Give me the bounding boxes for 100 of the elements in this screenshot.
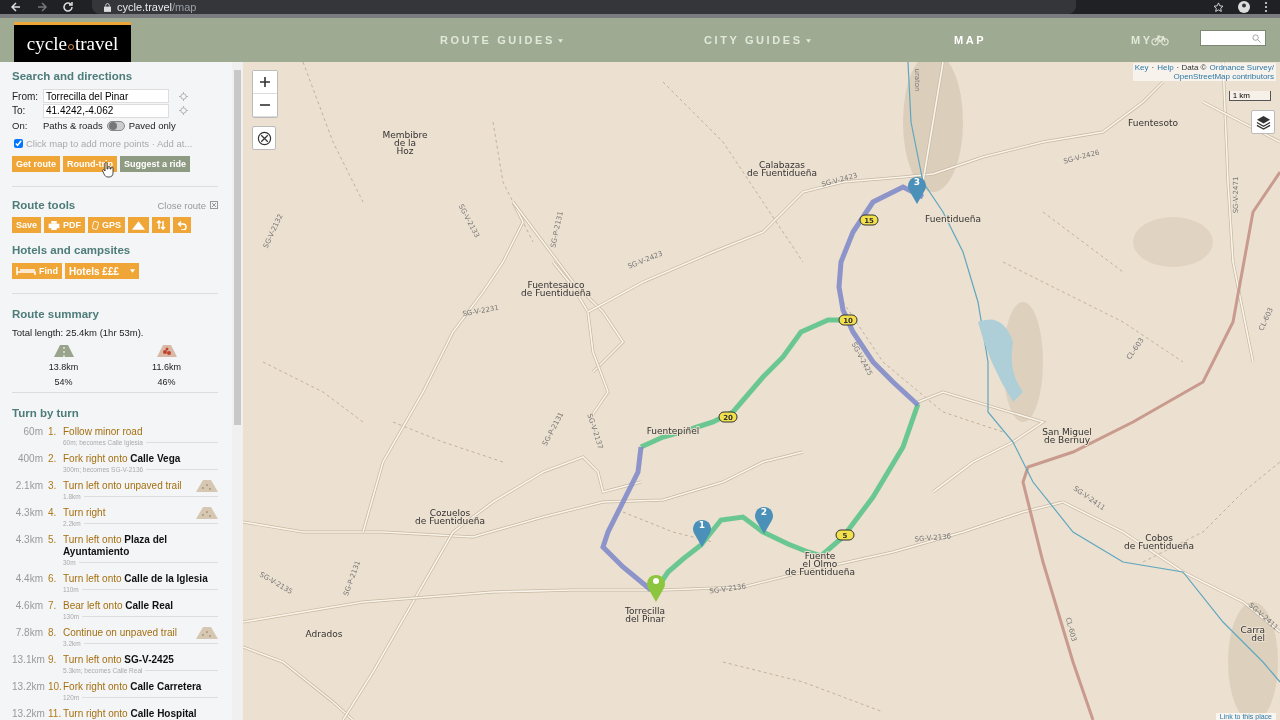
turn-instruction: Fork right onto Calle Carretera — [63, 681, 202, 693]
field-label: From: — [12, 90, 39, 102]
step-number: 11. — [48, 708, 63, 720]
turn-instruction: Turn right — [63, 507, 106, 519]
profile-icon[interactable] — [1238, 1, 1250, 13]
scrollbar[interactable] — [232, 62, 243, 720]
checkbox-label: Click map to add more points · Add at... — [26, 138, 193, 149]
nav-link[interactable]: CITY GUIDES — [704, 34, 954, 46]
back-icon[interactable] — [10, 1, 22, 13]
star-icon[interactable] — [1213, 1, 1224, 13]
field-label: On: — [12, 120, 29, 132]
option-label: Paths & roads — [43, 120, 103, 132]
attribution-link[interactable]: Help — [1157, 63, 1174, 72]
step-number: 7. — [48, 600, 58, 613]
site-logo[interactable]: cycle travel — [14, 22, 131, 62]
turn-instruction: Fork right onto Calle Vega — [63, 453, 181, 465]
turn-instruction: Turn left onto unpaved trail — [63, 480, 182, 492]
total-length-text: Total length: 25.4km (1hr 53m). — [12, 327, 145, 338]
cumulative-distance: 400m — [17, 453, 43, 466]
cumulative-distance: 2.1km — [14, 480, 43, 493]
search-icon — [1252, 33, 1261, 43]
percent-value: 54% — [54, 377, 73, 387]
attribution-link[interactable]: Key — [1134, 63, 1149, 72]
place-label: Membibre de la Hoz — [382, 130, 428, 156]
turn-instruction: Bear left onto Calle Real — [63, 600, 174, 612]
place-label: Fuentesauco de Fuentidueña — [521, 280, 591, 298]
cumulative-distance: 4.4km — [14, 573, 43, 586]
cumulative-distance: 4.3km — [14, 507, 43, 520]
step-number: 5. — [48, 534, 58, 547]
search-field[interactable] — [1200, 30, 1266, 46]
nav-link[interactable]: MY — [1131, 34, 1153, 46]
section-heading: Search and directions — [12, 70, 134, 82]
undo-icon — [177, 220, 188, 230]
turn-instruction: Turn left onto Calle de la Iglesia — [63, 573, 208, 585]
attribution-text: · Data © — [1176, 63, 1207, 72]
url-text: cycle.travel/map — [117, 1, 197, 13]
device-icon — [92, 220, 100, 230]
nav-link[interactable]: MAP — [954, 34, 1131, 46]
plus-icon — [260, 77, 270, 87]
cumulative-distance: 60m — [22, 426, 43, 439]
printer-icon — [48, 220, 61, 230]
lock-icon — [104, 2, 111, 12]
close-route-link[interactable]: Close route — [157, 199, 218, 211]
distance-value: 11.6km — [152, 362, 181, 372]
start-pin[interactable] — [647, 574, 665, 602]
cumulative-distance: 4.6km — [14, 600, 43, 613]
mountain-icon — [132, 220, 146, 230]
attribution-text: · — [1151, 63, 1155, 72]
toggle-switch[interactable] — [106, 120, 125, 131]
section-heading: Route tools — [12, 199, 76, 211]
field-label: To: — [12, 105, 27, 117]
step-number: 9. — [48, 654, 58, 667]
cancel-button[interactable] — [252, 126, 276, 150]
turn-instruction: Turn left onto SG-V-2425 — [63, 654, 174, 666]
place-label: Adrados — [305, 629, 343, 639]
waypoint-pin[interactable]: 1 — [693, 519, 711, 547]
bed-icon — [16, 267, 36, 275]
section-heading: Route summary — [12, 308, 100, 320]
cumulative-distance: 13.1km — [12, 654, 43, 667]
address-bar[interactable]: cycle.travel/map — [92, 0, 1076, 14]
zoom-in-button[interactable] — [253, 71, 277, 94]
waypoint-pin[interactable]: 2 — [755, 506, 773, 534]
more-menu-icon[interactable] — [1264, 1, 1268, 13]
place-label: Cozuelos de Fuentidueña — [415, 508, 485, 526]
gps-button[interactable]: GPS — [88, 217, 126, 233]
step-number: 6. — [48, 573, 58, 586]
place-label: Fuente el Olmo de Fuentidueña — [785, 551, 855, 577]
save-button[interactable]: Save — [12, 217, 42, 233]
to-field[interactable]: 41.4242,-4.062 — [43, 103, 169, 118]
find-hotels-button[interactable]: Find — [12, 263, 62, 279]
circled-x-icon — [256, 130, 272, 146]
from-field[interactable]: Torrecilla del Pinar — [43, 89, 169, 104]
hotel-type-dropdown[interactable]: Hotels £££ — [65, 263, 139, 279]
route-button[interactable]: Suggest a ride — [120, 156, 190, 172]
step-number: 8. — [48, 627, 58, 640]
place-label: Calabazas de Fuentidueña — [747, 160, 817, 178]
pdf-button[interactable]: PDF — [44, 217, 86, 233]
route-button[interactable]: Get route — [12, 156, 60, 172]
checkbox[interactable] — [14, 139, 23, 148]
turn-instruction: Continue on unpaved trail — [63, 627, 177, 639]
waypoint-pin[interactable]: 3 — [908, 176, 926, 204]
swap-arrows-icon — [156, 220, 167, 230]
step-number: 4. — [48, 507, 58, 520]
step-number: 10. — [48, 681, 63, 694]
cumulative-distance: 7.8km — [14, 627, 43, 640]
section-heading: Hotels and campsites — [12, 244, 132, 256]
step-number: 3. — [48, 480, 58, 493]
route-button[interactable]: Round-trip — [63, 156, 117, 172]
attribution-link[interactable]: Ordnance Survey/ — [1209, 63, 1274, 72]
cumulative-distance: 13.2km — [12, 708, 43, 720]
forward-icon[interactable] — [36, 1, 48, 13]
distance-value: 13.8km — [48, 362, 79, 372]
scale-bar: 1 km — [1228, 91, 1271, 101]
place-label: Cobos de Fuentidueña — [1124, 533, 1194, 551]
reload-icon[interactable] — [62, 1, 74, 13]
attribution-link[interactable]: OpenStreetMap contributors — [1173, 72, 1274, 81]
layers-button[interactable] — [1251, 110, 1275, 134]
section-heading: Turn by turn — [12, 407, 80, 419]
step-number: 2. — [48, 453, 58, 466]
nav-link[interactable]: ROUTE GUIDES — [440, 34, 704, 46]
